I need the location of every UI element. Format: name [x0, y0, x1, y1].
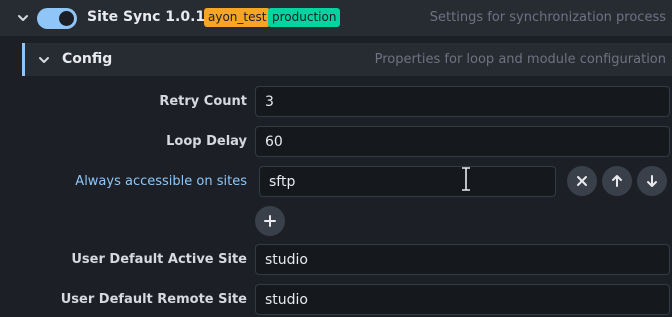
move-down-button[interactable] [637, 166, 667, 196]
loop-delay-label: Loop Delay [166, 134, 247, 149]
enabled-toggle[interactable] [37, 8, 77, 29]
move-up-button[interactable] [602, 166, 632, 196]
config-title: Config [62, 51, 113, 67]
addon-description: Settings for synchronization process [429, 10, 666, 25]
chevron-down-icon[interactable] [16, 11, 30, 25]
default-active-site-input[interactable]: studio [255, 244, 670, 275]
arrow-up-icon [612, 175, 622, 187]
close-icon [577, 176, 587, 186]
default-active-site-label: User Default Active Site [71, 252, 247, 267]
retry-count-input[interactable]: 3 [255, 86, 670, 117]
default-remote-site-label: User Default Remote Site [60, 292, 247, 307]
toggle-knob [59, 11, 74, 26]
variant-badge: production [268, 8, 341, 27]
add-item-button[interactable] [255, 206, 285, 236]
project-badge: ayon_test [204, 8, 271, 27]
addon-title: Site Sync 1.0.1 [87, 9, 206, 25]
retry-count-label: Retry Count [159, 94, 247, 109]
remove-item-button[interactable] [567, 166, 597, 196]
default-remote-site-input[interactable]: studio [255, 284, 670, 315]
text-cursor-icon [462, 167, 470, 191]
plus-icon [264, 215, 276, 227]
config-description: Properties for loop and module configura… [374, 52, 666, 67]
always-accessible-item-input[interactable]: sftp [259, 166, 556, 197]
arrow-down-icon [647, 175, 657, 187]
chevron-down-icon[interactable] [37, 53, 51, 67]
always-accessible-label: Always accessible on sites [75, 174, 247, 189]
loop-delay-input[interactable]: 60 [255, 126, 670, 157]
